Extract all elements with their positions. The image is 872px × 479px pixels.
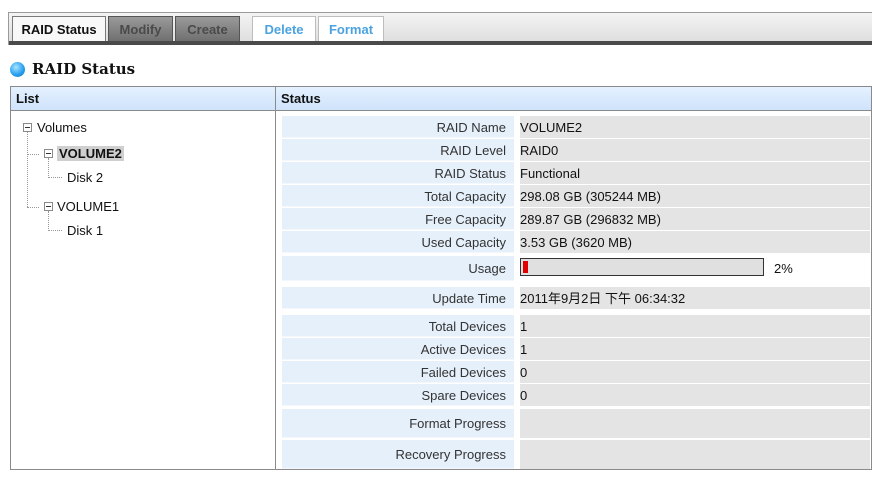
tab-format[interactable]: Format — [318, 16, 384, 42]
usage-percent: 2% — [774, 261, 793, 276]
status-value: 3.53 GB (3620 MB) — [520, 231, 870, 253]
status-label: Failed Devices — [282, 361, 514, 383]
status-value — [520, 409, 870, 438]
status-header: Status — [276, 87, 871, 111]
status-label: RAID Level — [282, 139, 514, 161]
usage-progress-fill — [523, 261, 528, 273]
status-label: Total Capacity — [282, 185, 514, 207]
tree-connector — [48, 230, 62, 231]
status-label: Total Devices — [282, 315, 514, 337]
tree-item-volume2[interactable]: VOLUME2 — [57, 144, 124, 164]
tab-raid-status[interactable]: RAID Status — [12, 16, 106, 43]
status-panel: RAID Name VOLUME2 RAID Level RAID0 RAID … — [276, 111, 871, 469]
status-value: 1 — [520, 315, 870, 337]
tab-modify[interactable]: Modify — [108, 16, 173, 42]
status-value: 298.08 GB (305244 MB) — [520, 185, 870, 207]
status-value: 289.87 GB (296832 MB) — [520, 208, 870, 230]
tab-create[interactable]: Create — [175, 16, 240, 42]
tree-item-volume1[interactable]: VOLUME1 — [57, 197, 119, 217]
status-label: Usage — [282, 256, 514, 281]
tree-connector — [48, 211, 49, 231]
raid-table: List Status Volumes VOLUME2 Disk 2 VOLUM… — [10, 86, 872, 470]
status-label: Active Devices — [282, 338, 514, 360]
status-value: Functional — [520, 162, 870, 184]
status-label: Format Progress — [282, 409, 514, 438]
tree-item-disk2[interactable]: Disk 2 — [67, 168, 103, 188]
collapse-toggle-icon[interactable] — [44, 202, 53, 211]
tree-root-volumes[interactable]: Volumes — [37, 118, 87, 138]
collapse-toggle-icon[interactable] — [23, 123, 32, 132]
status-value: 2011年9月2日 下午 06:34:32 — [520, 287, 870, 309]
status-value: 0 — [520, 384, 870, 406]
status-value — [520, 440, 870, 469]
status-value: 1 — [520, 338, 870, 360]
tree-connector — [27, 207, 39, 208]
status-label: RAID Name — [282, 116, 514, 138]
status-label: Update Time — [282, 287, 514, 309]
section-heading: RAID Status — [10, 57, 135, 81]
status-label: RAID Status — [282, 162, 514, 184]
status-value: RAID0 — [520, 139, 870, 161]
volume-tree: Volumes VOLUME2 Disk 2 VOLUME1 Disk 1 — [11, 111, 276, 469]
tab-bar: RAID Status Modify Create Delete Format — [8, 12, 872, 45]
list-header: List — [11, 87, 276, 111]
tree-connector — [48, 177, 62, 178]
tab-bar-underline — [9, 41, 872, 45]
status-label: Spare Devices — [282, 384, 514, 406]
tree-connector — [27, 132, 28, 207]
status-label: Recovery Progress — [282, 440, 514, 469]
tree-connector — [48, 158, 49, 178]
collapse-toggle-icon[interactable] — [44, 149, 53, 158]
status-label: Free Capacity — [282, 208, 514, 230]
tree-item-label: VOLUME2 — [57, 146, 124, 161]
status-label: Used Capacity — [282, 231, 514, 253]
tab-delete[interactable]: Delete — [252, 16, 316, 42]
usage-progress-bar — [520, 258, 764, 276]
status-value: 0 — [520, 361, 870, 383]
status-value: VOLUME2 — [520, 116, 870, 138]
status-dot-icon — [10, 61, 25, 77]
section-title: RAID Status — [32, 60, 136, 78]
tree-item-disk1[interactable]: Disk 1 — [67, 221, 103, 241]
tree-connector — [27, 154, 39, 155]
